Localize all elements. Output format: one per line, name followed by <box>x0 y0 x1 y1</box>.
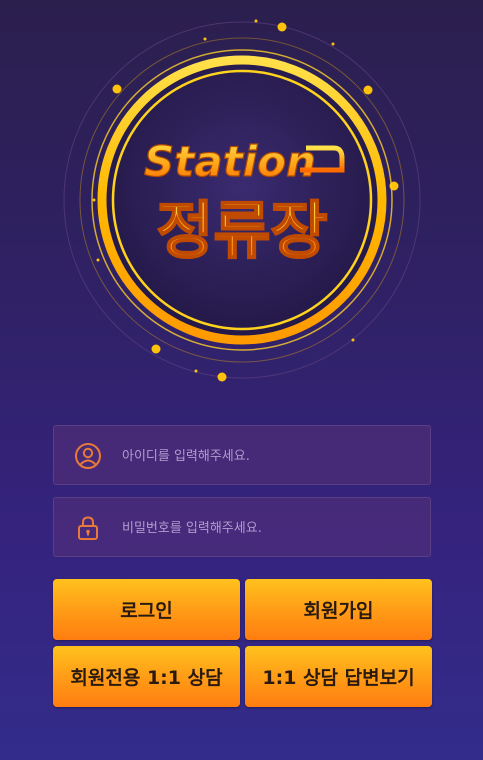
id-input[interactable] <box>120 426 424 486</box>
consult-reply-button[interactable]: 1:1 상담 답변보기 <box>245 646 432 707</box>
id-field[interactable] <box>53 425 431 486</box>
logo-graphic: Station 정류장 <box>63 19 421 382</box>
password-field[interactable] <box>53 497 431 558</box>
member-consult-button[interactable]: 회원전용 1:1 상담 <box>53 646 240 707</box>
password-input[interactable] <box>120 498 424 558</box>
logo-title-en: Station <box>144 137 316 186</box>
logo-title-ko: 정류장 <box>156 194 327 267</box>
lock-icon <box>78 516 98 540</box>
login-button[interactable]: 로그인 <box>53 579 240 640</box>
user-circle-icon <box>75 443 101 469</box>
signup-button[interactable]: 회원가입 <box>245 579 432 640</box>
logo: Station 정류장 <box>0 0 483 400</box>
